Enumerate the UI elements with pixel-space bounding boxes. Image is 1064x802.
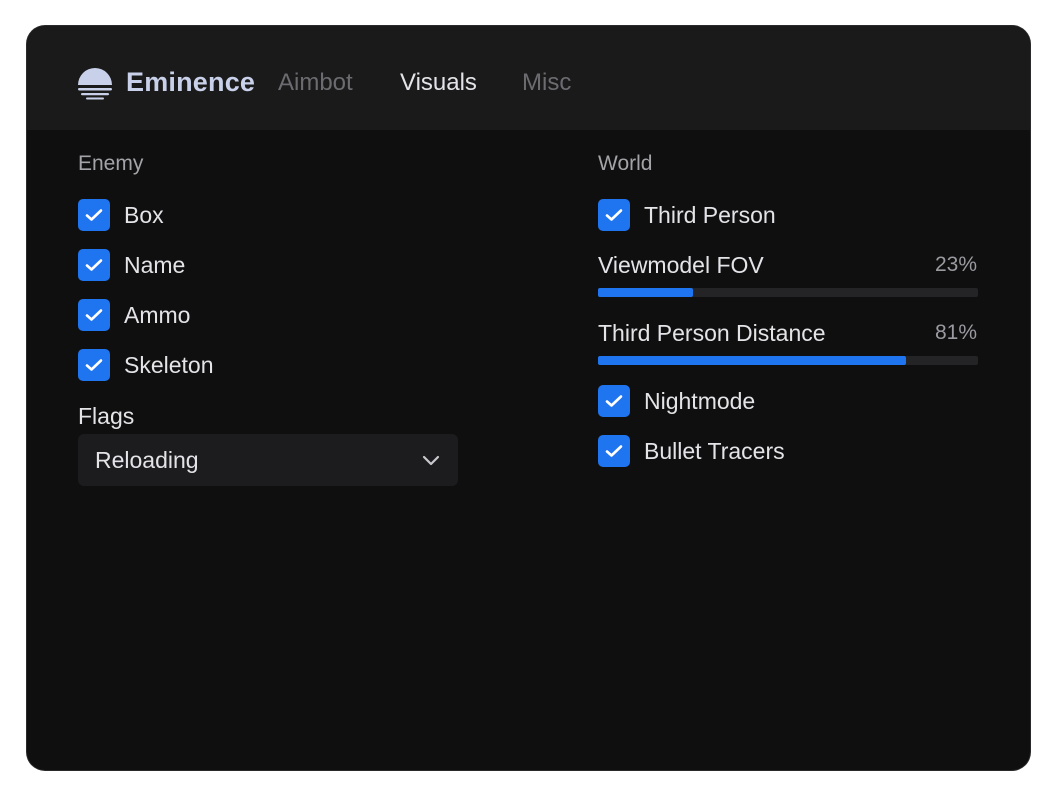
checkmark-icon	[78, 299, 110, 331]
third-person-distance-label: Third Person Distance	[598, 320, 826, 346]
box-checkbox[interactable]: Box	[78, 199, 164, 231]
viewmodel-fov-value: 23%	[934, 253, 977, 276]
third-person-checkbox[interactable]: Third Person	[598, 199, 776, 231]
flags-select-value: Reloading	[95, 447, 199, 473]
checkmark-icon	[78, 249, 110, 281]
checkmark-icon	[78, 349, 110, 381]
header-bar: Eminence Aimbot Visuals Misc	[27, 26, 1030, 130]
checkmark-icon	[598, 199, 630, 231]
tab-misc[interactable]: Misc	[522, 67, 571, 99]
checkmark-icon	[598, 435, 630, 467]
ammo-label: Ammo	[124, 302, 191, 328]
third-person-distance-slider[interactable]	[598, 356, 978, 365]
box-label: Box	[124, 202, 164, 228]
ammo-checkbox[interactable]: Ammo	[78, 299, 190, 331]
enemy-section-title: Enemy	[78, 152, 144, 175]
world-section-title: World	[598, 152, 653, 175]
flags-select[interactable]: Reloading	[78, 434, 458, 486]
viewmodel-fov-slider-fill	[598, 288, 693, 297]
visuals-window: Eminence Aimbot Visuals Misc Enemy Box N…	[27, 26, 1030, 770]
viewmodel-fov-label: Viewmodel FOV	[598, 252, 764, 278]
name-label: Name	[124, 252, 186, 278]
bullet-tracers-label: Bullet Tracers	[644, 438, 785, 464]
skeleton-checkbox[interactable]: Skeleton	[78, 349, 214, 381]
bullet-tracers-checkbox[interactable]: Bullet Tracers	[598, 435, 785, 467]
third-person-distance-value: 81%	[934, 321, 977, 344]
nightmode-label: Nightmode	[644, 388, 756, 414]
flags-label: Flags	[78, 403, 135, 429]
tab-aimbot[interactable]: Aimbot	[278, 67, 353, 99]
sunset-logo-icon	[78, 68, 112, 100]
third-person-distance-slider-fill	[598, 356, 906, 365]
viewmodel-fov-slider[interactable]	[598, 288, 978, 297]
tab-visuals[interactable]: Visuals	[400, 67, 477, 99]
skeleton-label: Skeleton	[124, 352, 214, 378]
third-person-label: Third Person	[644, 202, 776, 228]
checkmark-icon	[78, 199, 110, 231]
name-checkbox[interactable]: Name	[78, 249, 185, 281]
brand-title: Eminence	[126, 67, 256, 97]
chevron-down-icon	[422, 455, 440, 466]
nightmode-checkbox[interactable]: Nightmode	[598, 385, 755, 417]
checkmark-icon	[598, 385, 630, 417]
